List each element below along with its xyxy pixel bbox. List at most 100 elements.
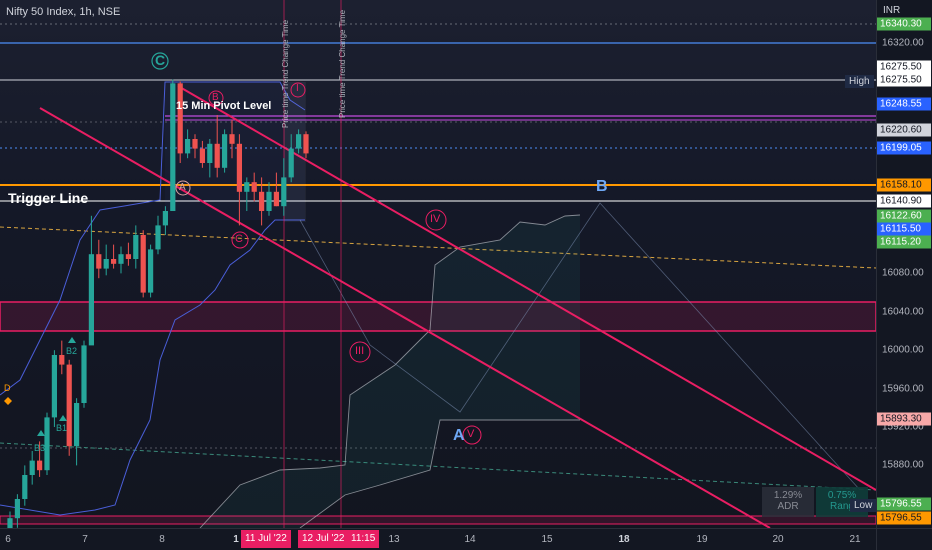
wave-b-big-label: B xyxy=(596,178,608,195)
wave-c-small-label: C xyxy=(235,233,243,245)
candle-body xyxy=(7,518,13,528)
price-tick: 16320.00 xyxy=(882,37,924,49)
candle-body xyxy=(162,211,168,226)
candle-body xyxy=(125,254,131,259)
price-badge: 16248.55 xyxy=(877,97,931,111)
time-tick: 13 xyxy=(388,534,400,545)
b2-marker-icon xyxy=(68,337,76,343)
time-tick: 7 xyxy=(82,534,88,545)
projection-cloud xyxy=(200,215,580,528)
d-label: D xyxy=(4,383,11,393)
price-badge: 16340.30 xyxy=(877,17,931,31)
candle-body xyxy=(29,460,35,475)
candle-body xyxy=(177,83,183,154)
price-badge: 16115.50 xyxy=(877,222,931,236)
price-tick: 15880.00 xyxy=(882,459,924,471)
time-axis[interactable] xyxy=(0,528,876,550)
candle-body xyxy=(44,417,50,471)
adr-box: 1.29% ADR xyxy=(762,487,814,517)
currency-unit: INR xyxy=(883,5,901,16)
b2-label: B2 xyxy=(66,346,78,356)
candle-body xyxy=(37,460,43,471)
candle-body xyxy=(103,259,109,269)
wave-i-label: I xyxy=(296,83,299,94)
time-tick: 20 xyxy=(772,534,784,545)
candle-body xyxy=(236,143,242,192)
wave-iii-label: III xyxy=(355,345,365,357)
price-badge: 16158.10 xyxy=(877,178,931,192)
candle-body xyxy=(140,235,146,293)
date-badge: 12 Jul '22 xyxy=(298,530,349,548)
candle-body xyxy=(14,499,20,519)
candle-body xyxy=(207,143,213,163)
candle-body xyxy=(303,134,309,154)
pivot-level-label: 15 Min Pivot Level xyxy=(176,100,272,112)
time-tick: 19 xyxy=(696,534,708,545)
time-tick-partial: 1 xyxy=(233,534,239,545)
date-badge: 11:15 xyxy=(347,530,380,548)
price-tick: 16080.00 xyxy=(882,267,924,279)
price-tick: 15960.00 xyxy=(882,383,924,395)
candle-body xyxy=(192,139,198,149)
green-dashed-trend xyxy=(0,442,876,491)
date-badge: 11 Jul '22 xyxy=(241,530,291,548)
candle-body xyxy=(133,235,139,259)
candle-body xyxy=(214,143,220,168)
price-badge: 15796.55 xyxy=(877,497,931,511)
wave-iv-label: IV xyxy=(430,213,441,225)
price-badge: 16275.50 xyxy=(877,60,931,74)
candle-body xyxy=(185,139,191,154)
orange-dashed-trend xyxy=(0,226,876,269)
candle-body xyxy=(88,254,94,346)
wave-c-green-label: C xyxy=(155,52,166,68)
candle-body xyxy=(281,177,287,207)
candle-body xyxy=(66,364,72,447)
time-line-1-label: Price time Trend Change Time xyxy=(281,19,290,128)
high-tag: High xyxy=(845,75,874,88)
candle-body xyxy=(148,249,154,293)
time-line-2-label: Price time Trend Change Time xyxy=(338,9,347,118)
b1-label: B1 xyxy=(56,423,68,433)
candle-body xyxy=(22,475,28,499)
price-tick: 16000.00 xyxy=(882,344,924,356)
time-tick: 21 xyxy=(849,534,861,545)
wave-a-big-label: A xyxy=(453,427,465,444)
candle-body xyxy=(244,182,250,192)
candle-body xyxy=(59,355,65,365)
candle-body xyxy=(118,254,124,264)
price-badge: 16140.90 xyxy=(877,194,931,208)
adr-value: 1.29% xyxy=(773,490,803,501)
b1-marker-icon xyxy=(59,415,67,421)
candle-body xyxy=(155,225,161,250)
price-badge: 15893.30 xyxy=(877,412,931,426)
candle-body xyxy=(266,191,272,211)
time-tick: 18 xyxy=(618,534,630,545)
price-badge: 16199.05 xyxy=(877,141,931,155)
pink-trend-upper xyxy=(177,85,876,491)
candle-body xyxy=(229,134,235,144)
candle-body xyxy=(251,182,257,192)
chart-area[interactable]: Nifty 50 Index, 1h, NSE Trigger Line 15 … xyxy=(0,0,932,550)
price-plot[interactable] xyxy=(0,0,876,528)
chart-title: Nifty 50 Index, 1h, NSE xyxy=(6,6,121,18)
price-badge: 16220.60 xyxy=(877,123,931,137)
trigger-line-label: Trigger Line xyxy=(8,190,89,206)
candle-body xyxy=(111,259,117,264)
time-tick: 14 xyxy=(464,534,476,545)
price-badge: 15796.55 xyxy=(877,511,931,525)
candle-body xyxy=(170,83,176,211)
wave-v-label: V xyxy=(467,428,475,440)
candle-body xyxy=(96,254,102,269)
candle-body xyxy=(74,403,80,447)
candle-body xyxy=(273,191,279,207)
axis-corner xyxy=(876,528,932,550)
b3-marker-icon xyxy=(37,430,45,436)
price-badge: 16275.50 xyxy=(877,73,931,87)
candle-body xyxy=(222,134,228,168)
low-tag: Low xyxy=(850,499,877,512)
d-marker-icon xyxy=(4,397,12,405)
candle-body xyxy=(51,355,57,418)
b3-label: B3 xyxy=(34,443,46,453)
wave-b-small-label: B xyxy=(212,92,219,103)
candle-body xyxy=(259,191,265,211)
